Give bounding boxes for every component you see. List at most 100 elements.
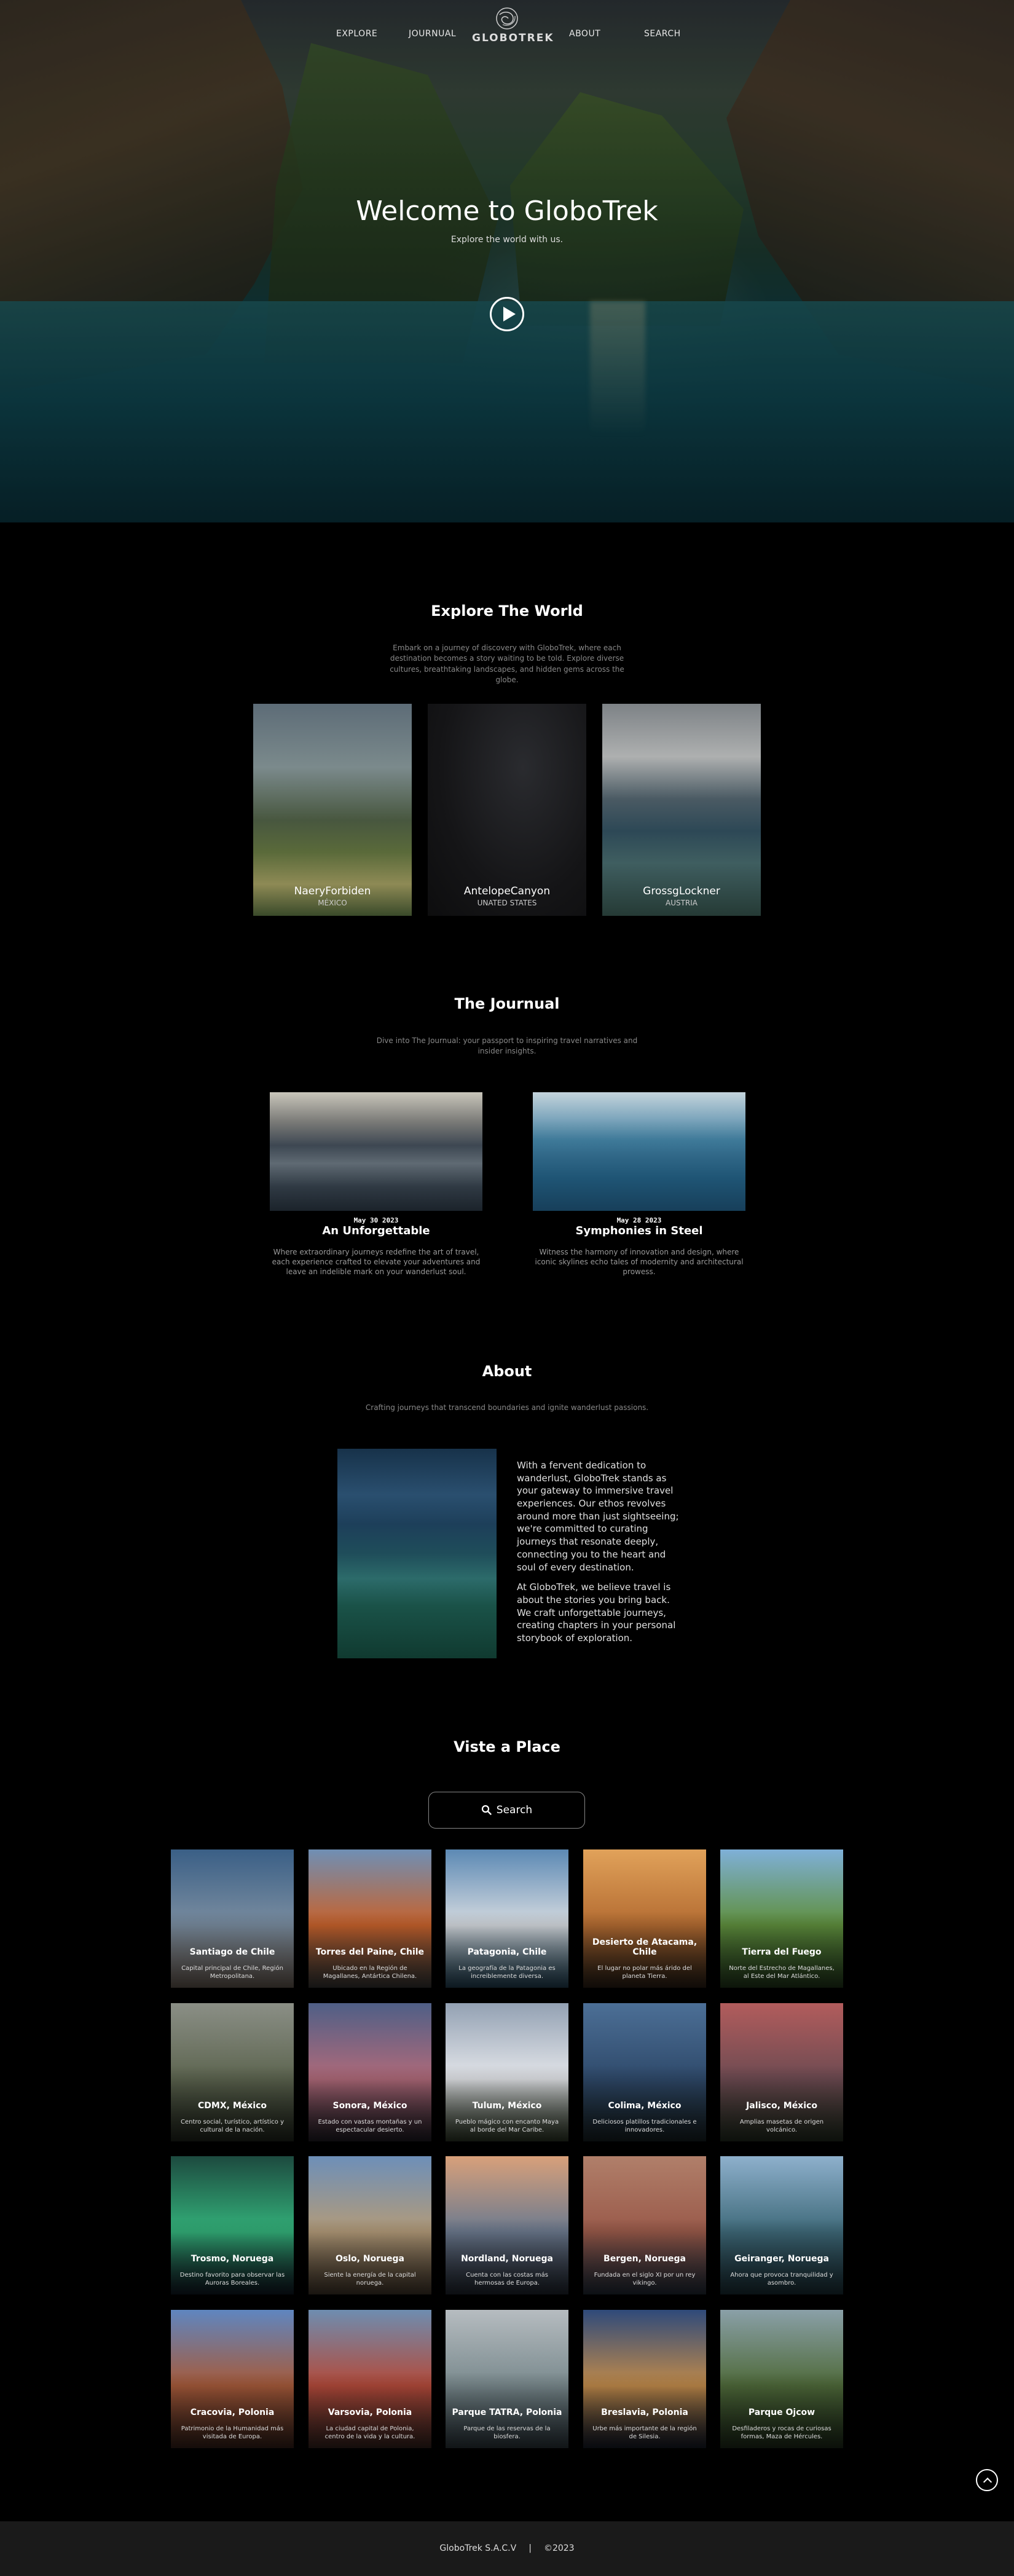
destination-name: GrossgLockner <box>643 885 720 897</box>
place-card[interactable]: Jalisco, México Amplias masetas de origen… <box>720 2003 843 2141</box>
place-name: Tulum, México <box>472 2100 542 2111</box>
place-name: Breslavia, Polonia <box>601 2407 688 2417</box>
destination-country: UNATED STATES <box>477 899 537 907</box>
place-card[interactable]: Varsovia, Polonia La ciudad capital de Po… <box>309 2310 431 2448</box>
place-card[interactable]: Breslavia, Polonia Urbe más importante de… <box>583 2310 706 2448</box>
place-description: El lugar no polar más árido del planeta … <box>597 1965 692 1980</box>
place-card[interactable]: Trosmo, Noruega Destino favorito para obs… <box>171 2156 294 2294</box>
place-card[interactable]: Parque Ojcow Desfiladeros y rocas de curi… <box>720 2310 843 2448</box>
place-description: Siente la energía de la capital noruega. <box>324 2272 416 2286</box>
journal-description: Dive into The Journual: your passport to… <box>376 1036 638 1056</box>
place-name: Nordland, Noruega <box>461 2253 553 2264</box>
footer-separator: | <box>529 2543 532 2553</box>
place-description: Urbe más importante de la región de Sile… <box>592 2425 697 2440</box>
place-name: Colima, México <box>608 2100 682 2111</box>
place-card[interactable]: Desierto de Atacama, Chile El lugar no po… <box>583 1849 706 1988</box>
place-name: Desierto de Atacama, Chile <box>592 1937 698 1957</box>
about-paragraph: With a fervent dedication to wanderlust,… <box>517 1460 679 1573</box>
about-image <box>337 1449 497 1658</box>
place-card[interactable]: Oslo, Noruega Siente la energía de la cap… <box>309 2156 431 2294</box>
journal-image[interactable] <box>270 1092 482 1211</box>
place-name: Sonora, México <box>332 2100 407 2111</box>
globe-swirl-icon <box>496 7 518 30</box>
place-description: Fundada en el siglo XI por un rey viking… <box>594 2272 696 2286</box>
destination-card[interactable]: NaeryForbiden MÉXICO <box>253 704 412 916</box>
place-card[interactable]: Tierra del Fuego Norte del Estrecho de Ma… <box>720 1849 843 1988</box>
place-description: La geografía de la Patagonia es increibl… <box>458 1965 556 1980</box>
place-card[interactable]: CDMX, México Centro social, turístico, ar… <box>171 2003 294 2141</box>
place-description: Norte del Estrecho de Magallanes, al Est… <box>729 1965 835 1980</box>
place-card[interactable]: Bergen, Noruega Fundada en el siglo XI po… <box>583 2156 706 2294</box>
place-name: Patagonia, Chile <box>467 1947 547 1957</box>
place-description: Ubicado en la Región de Magallanes, Antá… <box>323 1965 417 1980</box>
search-button[interactable]: Search <box>428 1792 585 1829</box>
place-name: Bergen, Noruega <box>603 2253 686 2264</box>
place-card[interactable]: Geiranger, Noruega Ahora que provoca tran… <box>720 2156 843 2294</box>
place-card[interactable]: Cracovia, Polonia Patrimonio de la Humani… <box>171 2310 294 2448</box>
journal-image[interactable] <box>533 1092 745 1211</box>
place-name: Parque Ojcow <box>748 2407 816 2417</box>
place-card[interactable]: Colima, México Deliciosos platillos tradi… <box>583 2003 706 2141</box>
place-name: Varsovia, Polonia <box>328 2407 412 2417</box>
nav-explore[interactable]: EXPLORE <box>336 29 377 39</box>
place-description: Amplias masetas de origen volcánico. <box>739 2119 824 2133</box>
place-card[interactable]: Patagonia, Chile La geografía de la Patag… <box>446 1849 568 1988</box>
scroll-to-top-button[interactable] <box>976 2469 998 2491</box>
place-card[interactable]: Parque TATRA, Polonia Parque de las reser… <box>446 2310 568 2448</box>
destination-name: AntelopeCanyon <box>463 885 551 897</box>
place-card[interactable]: Nordland, Noruega Cuenta con las costas m… <box>446 2156 568 2294</box>
place-name: Geiranger, Noruega <box>734 2253 829 2264</box>
place-card[interactable]: Santiago de Chile Capital principal de Ch… <box>171 1849 294 1988</box>
footer: GloboTrek S.A.C.V | ©2023 <box>0 2521 1014 2576</box>
place-description: Centro social, turístico, artístico y cu… <box>180 2119 285 2133</box>
place-name: Tierra del Fuego <box>742 1947 822 1957</box>
place-name: Torres del Paine, Chile <box>315 1947 425 1957</box>
top-nav: EXPLORE JOURNUAL GLOBOTREK ABOUT SEARCH <box>0 0 1014 68</box>
hero-subtitle: Explore the world with us. <box>450 235 564 245</box>
search-icon <box>481 1805 492 1815</box>
nav-journual[interactable]: JOURNUAL <box>409 29 456 39</box>
place-description: Parque de las reservas de la biosfera. <box>463 2425 551 2440</box>
place-description: Desfiladeros y rocas de curiosas formas,… <box>732 2425 831 2440</box>
about-title: About <box>482 1363 532 1380</box>
place-card[interactable]: Tulum, México Pueblo mágico con encanto M… <box>446 2003 568 2141</box>
place-description: Patrimonio de la Humanidad más visitada … <box>181 2425 284 2440</box>
about-paragraph: At GloboTrek, we believe travel is about… <box>517 1581 676 1644</box>
place-name: Santiago de Chile <box>189 1947 275 1957</box>
place-description: Destino favorito para observar las Auror… <box>179 2272 285 2286</box>
destination-country: AUSTRIA <box>665 899 698 907</box>
journal-date: May 28 2023 <box>616 1216 662 1224</box>
search-button-label: Search <box>496 1804 533 1816</box>
nav-about[interactable]: ABOUT <box>569 29 600 39</box>
place-description: Deliciosos platillos tradicionales e inn… <box>592 2119 697 2133</box>
journal-entry-title[interactable]: An Unforgettable <box>270 1224 482 1237</box>
destination-card[interactable]: AntelopeCanyon UNATED STATES <box>428 704 586 916</box>
explore-description: Embark on a journey of discovery with Gl… <box>390 644 624 685</box>
footer-year: ©2023 <box>543 2543 575 2553</box>
destination-card[interactable]: GrossgLockner AUSTRIA <box>602 704 761 916</box>
play-video-button[interactable] <box>490 297 524 331</box>
logo-text: GLOBOTREK <box>472 32 554 44</box>
place-name: CDMX, México <box>198 2100 267 2111</box>
hero-title: Welcome to GloboTrek <box>356 195 658 227</box>
explore-title: Explore The World <box>431 602 583 620</box>
journal-entry-title[interactable]: Symphonies in Steel <box>533 1224 745 1237</box>
hero-section: EXPLORE JOURNUAL GLOBOTREK ABOUT SEARCH … <box>0 0 1014 522</box>
place-description: Pueblo mágico con encanto Maya al borde … <box>455 2119 559 2133</box>
journal-entry-text: Where extraordinary journeys redefine th… <box>272 1248 481 1277</box>
place-card[interactable]: Torres del Paine, Chile Ubicado en la Reg… <box>309 1849 431 1988</box>
place-card[interactable]: Sonora, México Estado con vastas montañas… <box>309 2003 431 2141</box>
journal-entry-text: Witness the harmony of innovation and de… <box>535 1248 744 1277</box>
nav-search[interactable]: SEARCH <box>644 29 681 39</box>
destination-name: NaeryForbiden <box>294 885 371 897</box>
about-text: With a fervent dedication to wanderlust,… <box>517 1459 680 1645</box>
logo[interactable]: GLOBOTREK <box>472 6 554 44</box>
about-subtitle: Crafting journeys that transcend boundar… <box>365 1403 649 1412</box>
place-name: Jalisco, México <box>746 2100 817 2111</box>
journal-date: May 30 2023 <box>353 1216 399 1224</box>
places-title: Viste a Place <box>454 1738 560 1755</box>
place-name: Cracovia, Polonia <box>190 2407 275 2417</box>
footer-company: GloboTrek S.A.C.V <box>439 2543 517 2553</box>
place-name: Trosmo, Noruega <box>191 2253 274 2264</box>
journal-title: The Journual <box>454 995 560 1012</box>
